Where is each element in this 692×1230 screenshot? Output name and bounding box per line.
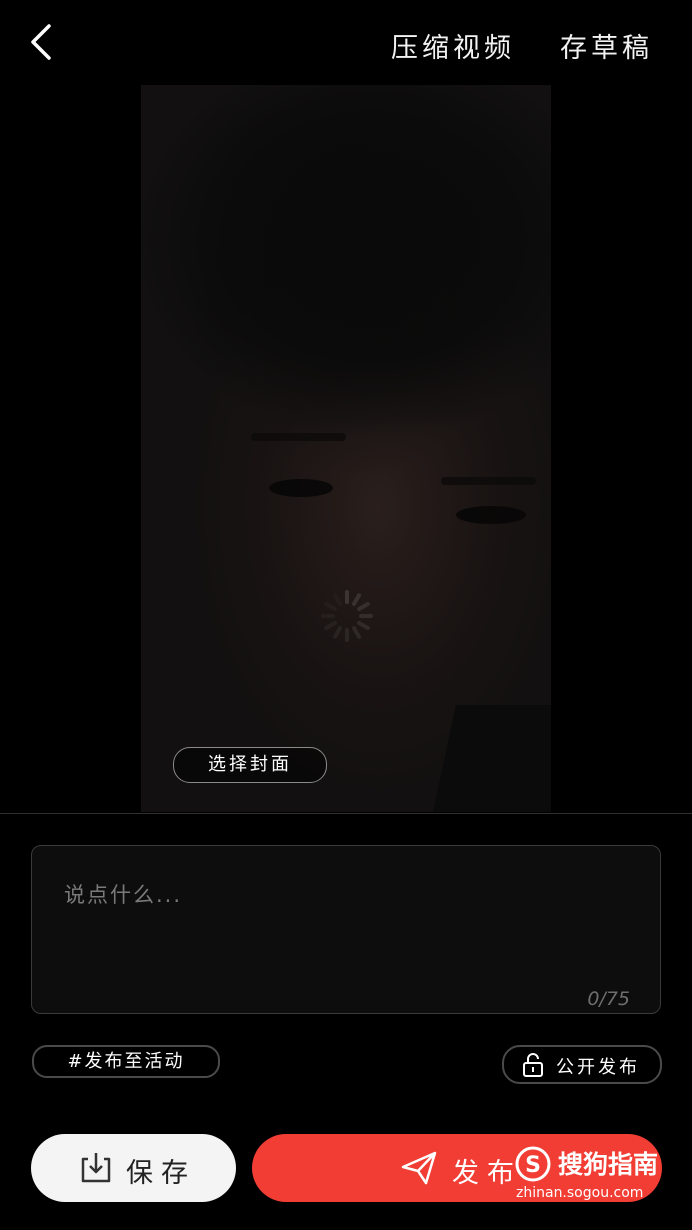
watermark: S 搜狗指南 zhinan.sogou.com bbox=[514, 1143, 674, 1209]
divider bbox=[0, 813, 692, 814]
top-bar: 压缩视频 存草稿 bbox=[0, 0, 692, 86]
caption-input[interactable] bbox=[62, 874, 626, 916]
loading-spinner-icon bbox=[321, 590, 373, 642]
download-icon bbox=[81, 1153, 111, 1183]
watermark-brand: 搜狗指南 bbox=[558, 1150, 659, 1179]
publish-label: 发布 bbox=[452, 1158, 522, 1189]
video-preview[interactable] bbox=[141, 85, 551, 812]
send-icon bbox=[401, 1151, 437, 1185]
preview-detail bbox=[251, 433, 346, 441]
save-draft-button[interactable]: 存草稿 bbox=[560, 26, 653, 65]
save-button[interactable]: 保存 bbox=[31, 1134, 236, 1202]
preview-shadow bbox=[141, 85, 551, 505]
preview-detail bbox=[269, 479, 333, 497]
svg-text:S: S bbox=[525, 1153, 541, 1178]
publish-to-activity-button[interactable]: #发布至活动 bbox=[32, 1045, 220, 1078]
save-label: 保存 bbox=[126, 1158, 196, 1189]
watermark-url: zhinan.sogou.com bbox=[516, 1185, 644, 1201]
compress-video-button[interactable]: 压缩视频 bbox=[391, 26, 515, 65]
back-chevron-icon bbox=[31, 24, 51, 60]
visibility-label: 公开发布 bbox=[556, 1057, 640, 1078]
visibility-button[interactable]: 公开发布 bbox=[502, 1045, 662, 1084]
preview-detail bbox=[426, 705, 551, 812]
caption-box: 0/75 bbox=[31, 845, 661, 1014]
back-button[interactable] bbox=[22, 22, 62, 62]
unlock-icon bbox=[523, 1053, 543, 1077]
preview-detail bbox=[456, 506, 526, 524]
select-cover-button[interactable]: 选择封面 bbox=[173, 747, 327, 783]
sogou-logo-icon: S bbox=[515, 1146, 551, 1182]
preview-detail bbox=[441, 477, 536, 485]
character-counter: 0/75 bbox=[587, 988, 630, 1010]
